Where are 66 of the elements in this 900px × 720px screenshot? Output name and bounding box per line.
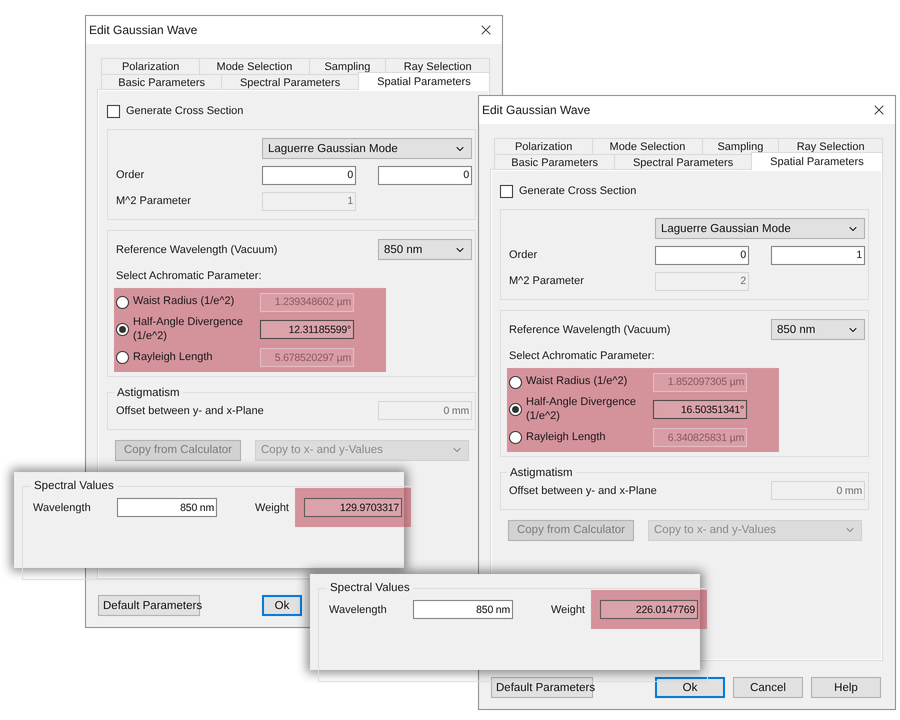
group-label: Astigmatism (116, 386, 181, 398)
wavelength-dropdown[interactable]: 850 nm (378, 239, 472, 260)
checkbox-label: Generate Cross Section (126, 105, 244, 117)
input-field[interactable]: 12.31185599° (260, 320, 354, 340)
dialog-button[interactable]: Default Parameters (98, 595, 200, 616)
section-label: Select Achromatic Parameter: (509, 350, 656, 362)
checkbox[interactable] (500, 184, 513, 198)
window-title: Edit Gaussian Wave (89, 23, 198, 37)
input-field[interactable]: 0 (262, 166, 356, 184)
field-label: M^2 Parameter (116, 195, 192, 207)
tab[interactable]: Polarization (494, 138, 594, 154)
input-field[interactable]: 0 (378, 166, 472, 184)
checkbox-label: Generate Cross Section (519, 185, 636, 197)
field-label: Offset between y- and x-Plane (509, 484, 658, 496)
field-label: Weight (550, 604, 586, 616)
tab[interactable]: Spectral Parameters (221, 74, 359, 90)
radio-button[interactable] (509, 403, 522, 416)
mode-dropdown[interactable]: Laguerre Gaussian Mode (262, 138, 472, 159)
section-label: Select Achromatic Parameter: (116, 270, 263, 282)
radio-button[interactable] (509, 376, 522, 388)
group-label: Spectral Values (33, 480, 115, 492)
window-title: Edit Gaussian Wave (482, 103, 590, 117)
field-label: Reference Wavelength (Vacuum) (509, 324, 672, 336)
radio-button[interactable] (116, 323, 129, 336)
tab[interactable]: Basic Parameters (101, 74, 222, 90)
input-field[interactable]: 1 (771, 246, 865, 264)
field-label: Weight (254, 502, 290, 514)
field-label: Order (116, 169, 146, 181)
field-label: M^2 Parameter (509, 275, 585, 287)
field-label: Wavelength (329, 604, 388, 616)
mode-dropdown[interactable]: Laguerre Gaussian Mode (655, 218, 865, 239)
radio-label: Rayleigh Length (133, 350, 213, 364)
radio-label: Rayleigh Length (526, 430, 606, 444)
radio-label: Half-Angle Divergence (1/e^2) (526, 396, 638, 424)
field-label: Reference Wavelength (Vacuum) (116, 244, 278, 256)
tab[interactable]: Polarization (101, 58, 200, 74)
input-field[interactable]: 850 nm (117, 498, 217, 517)
wavelength-dropdown[interactable]: 850 nm (771, 319, 865, 340)
dialog-button[interactable]: Help (811, 677, 881, 698)
radio-label: Waist Radius (1/e^2) (526, 375, 628, 389)
input-field[interactable]: 16.50351341° (653, 400, 747, 420)
dialog-button[interactable]: Cancel (733, 677, 803, 698)
group-label: Astigmatism (509, 466, 574, 478)
radio-label: Half-Angle Divergence (1/e^2) (133, 316, 244, 344)
dialog-button[interactable]: Ok (655, 677, 725, 698)
field-label: Wavelength (33, 502, 92, 514)
field-label: Offset between y- and x-Plane (116, 404, 265, 416)
radio-button[interactable] (116, 351, 129, 364)
tab[interactable]: Spectral Parameters (614, 154, 752, 170)
group-label: Spectral Values (329, 582, 411, 594)
tab[interactable]: Sampling (702, 138, 780, 154)
input-field[interactable]: 0 (655, 246, 749, 264)
input-field[interactable]: 850 nm (413, 600, 513, 619)
tab[interactable]: Basic Parameters (494, 154, 616, 170)
field-label: Order (509, 249, 538, 261)
checkbox[interactable] (107, 104, 120, 118)
tab[interactable]: Spatial Parameters (750, 152, 883, 170)
input-field[interactable]: 226.0147769 (600, 600, 698, 619)
radio-button[interactable] (509, 431, 522, 444)
dialog-button[interactable]: Ok (262, 595, 302, 616)
radio-button[interactable] (116, 296, 129, 308)
tab[interactable]: Sampling (308, 58, 386, 74)
input-field[interactable]: 129.9703317 (304, 498, 402, 517)
radio-label: Waist Radius (1/e^2) (133, 295, 234, 309)
tab[interactable]: Spatial Parameters (358, 72, 490, 90)
dialog-button[interactable]: Default Parameters (491, 677, 593, 698)
